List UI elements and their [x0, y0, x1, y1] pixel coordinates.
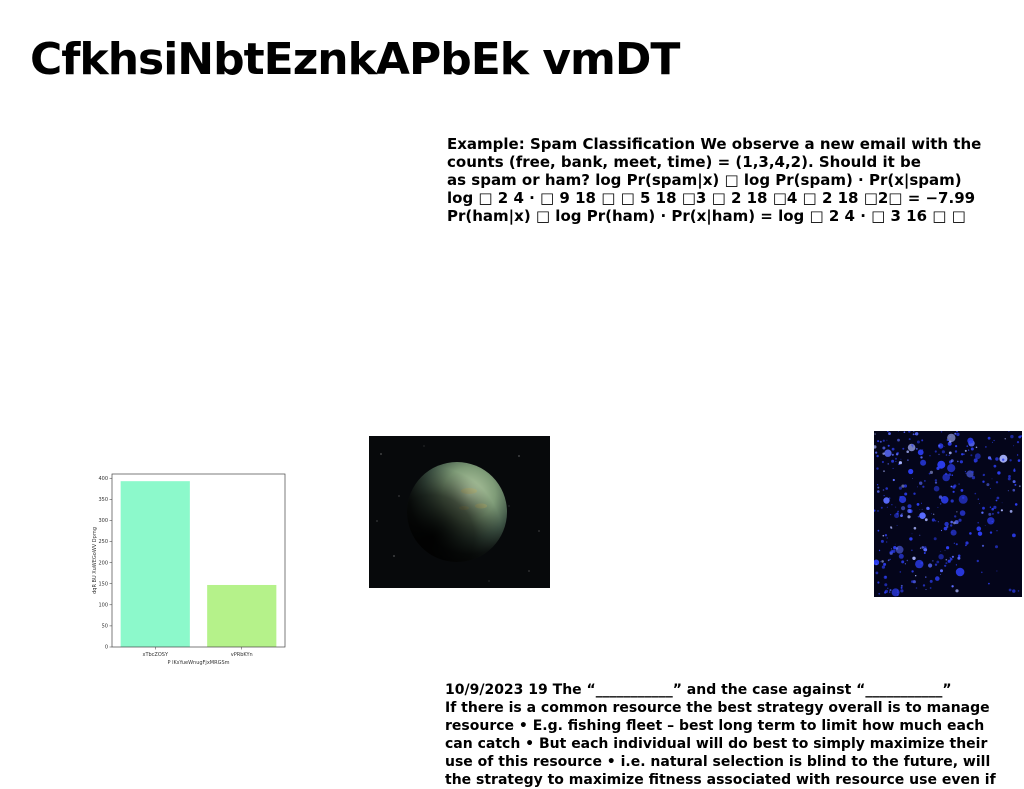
- y-tick-label: 350: [98, 497, 108, 503]
- blue-particles-image: [874, 431, 1022, 597]
- bar: [120, 481, 190, 647]
- spam-line: as spam or ham? log Pr(spam|x) □ log Pr(…: [447, 171, 962, 189]
- y-tick-label: 200: [98, 560, 108, 566]
- y-tick-label: 250: [98, 539, 108, 545]
- bar: [207, 584, 277, 647]
- common-line: can catch • But each individual will do …: [445, 736, 988, 752]
- spam-line: counts (free, bank, meet, time) = (1,3,4…: [447, 153, 921, 171]
- x-tick-label: xTbcZOSY: [142, 652, 168, 658]
- blue-particles-graphic: [874, 431, 1022, 597]
- y-tick-label: 100: [98, 603, 108, 609]
- y-tick-label: 300: [98, 518, 108, 524]
- spam-classification-text: Example: Spam Classification We observe …: [447, 135, 1022, 225]
- planet-image: [369, 436, 550, 588]
- common-line: the strategy to maximize fitness associa…: [445, 772, 996, 788]
- y-tick-label: 0: [105, 645, 108, 651]
- spam-line: Pr(ham|x) □ log Pr(ham) · Pr(x|ham) = lo…: [447, 207, 966, 225]
- x-axis-label: P lKsYueWnugFjxMRGSm: [168, 660, 230, 666]
- common-line: use of this resource • i.e. natural sele…: [445, 754, 991, 770]
- spam-line: log □ 2 4 · □ 9 18 □ □ 5 18 □3 □ 2 18 □4…: [447, 189, 976, 207]
- planet-graphic: [369, 436, 550, 588]
- common-line: resource • E.g. fishing fleet – best lon…: [445, 718, 985, 734]
- y-tick-label: 50: [102, 624, 108, 630]
- x-tick-label: vPRbKYn: [231, 652, 253, 658]
- bar-chart-svg: xTbcZOSY vPRbKYn 0 50 100 150 200 250 300 350 400 P…: [92, 473, 286, 666]
- y-tick-label: 400: [98, 476, 108, 482]
- common-line: If there is a common resource the best s…: [445, 700, 990, 716]
- common-resource-text: 10/9/2023 19 The “___________” and the c…: [445, 681, 1021, 789]
- spam-line: Example: Spam Classification We observe …: [447, 135, 982, 153]
- common-line: 10/9/2023 19 The “___________” and the c…: [445, 682, 952, 698]
- y-axis-label: dqR BU XuWEGoWV Dpmg: [92, 527, 98, 594]
- page-title: CfkhsiNbtEznkAPbEk vmDT: [30, 34, 680, 85]
- bar-chart: xTbcZOSY vPRbKYn 0 50 100 150 200 250 300 350 400 P…: [86, 466, 296, 672]
- y-tick-label: 150: [98, 581, 108, 587]
